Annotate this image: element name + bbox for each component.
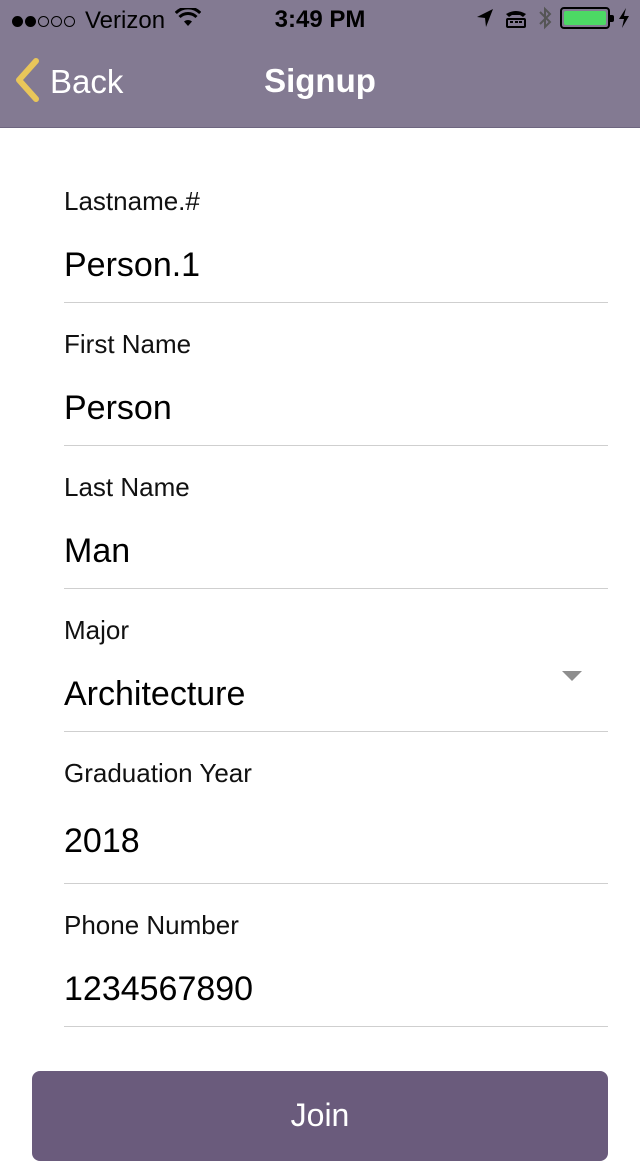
field-value[interactable]: 2018 <box>64 822 140 861</box>
field-value[interactable]: Person <box>64 389 172 428</box>
battery-cap <box>610 15 614 22</box>
charging-icon <box>618 8 630 28</box>
battery-fill <box>564 11 606 25</box>
lastname-number-field[interactable]: Lastname.# Person.1 <box>64 128 608 303</box>
field-value[interactable]: Person.1 <box>64 246 200 285</box>
join-button[interactable]: Join <box>32 1071 608 1161</box>
field-label: Graduation Year <box>64 758 252 788</box>
join-button-label: Join <box>290 1097 350 1133</box>
field-label: Major <box>64 615 130 645</box>
signup-form: Lastname.# Person.1 First Name Person La… <box>64 128 608 1027</box>
status-right <box>476 6 630 30</box>
tty-icon <box>504 8 528 28</box>
field-value[interactable]: Architecture <box>64 675 245 714</box>
last-name-field[interactable]: Last Name Man <box>64 446 608 589</box>
field-value[interactable]: 1234567890 <box>64 970 253 1009</box>
field-label: Phone Number <box>64 910 239 940</box>
caret-down-icon[interactable] <box>562 671 582 681</box>
page-title: Signup <box>264 62 376 99</box>
bluetooth-icon <box>538 6 552 30</box>
graduation-year-field[interactable]: Graduation Year 2018 <box>64 732 608 884</box>
field-label: Lastname.# <box>64 186 200 216</box>
battery-icon <box>560 7 614 29</box>
first-name-field[interactable]: First Name Person <box>64 303 608 446</box>
phone-number-field[interactable]: Phone Number 1234567890 <box>64 884 608 1027</box>
major-select[interactable]: Major Architecture <box>64 589 608 732</box>
field-label: First Name <box>64 329 192 359</box>
field-label: Last Name <box>64 472 190 502</box>
field-value[interactable]: Man <box>64 532 130 571</box>
location-icon <box>476 8 494 28</box>
status-bar: Verizon 3:49 PM <box>0 0 640 40</box>
header: Verizon 3:49 PM Back Signup <box>0 0 640 128</box>
